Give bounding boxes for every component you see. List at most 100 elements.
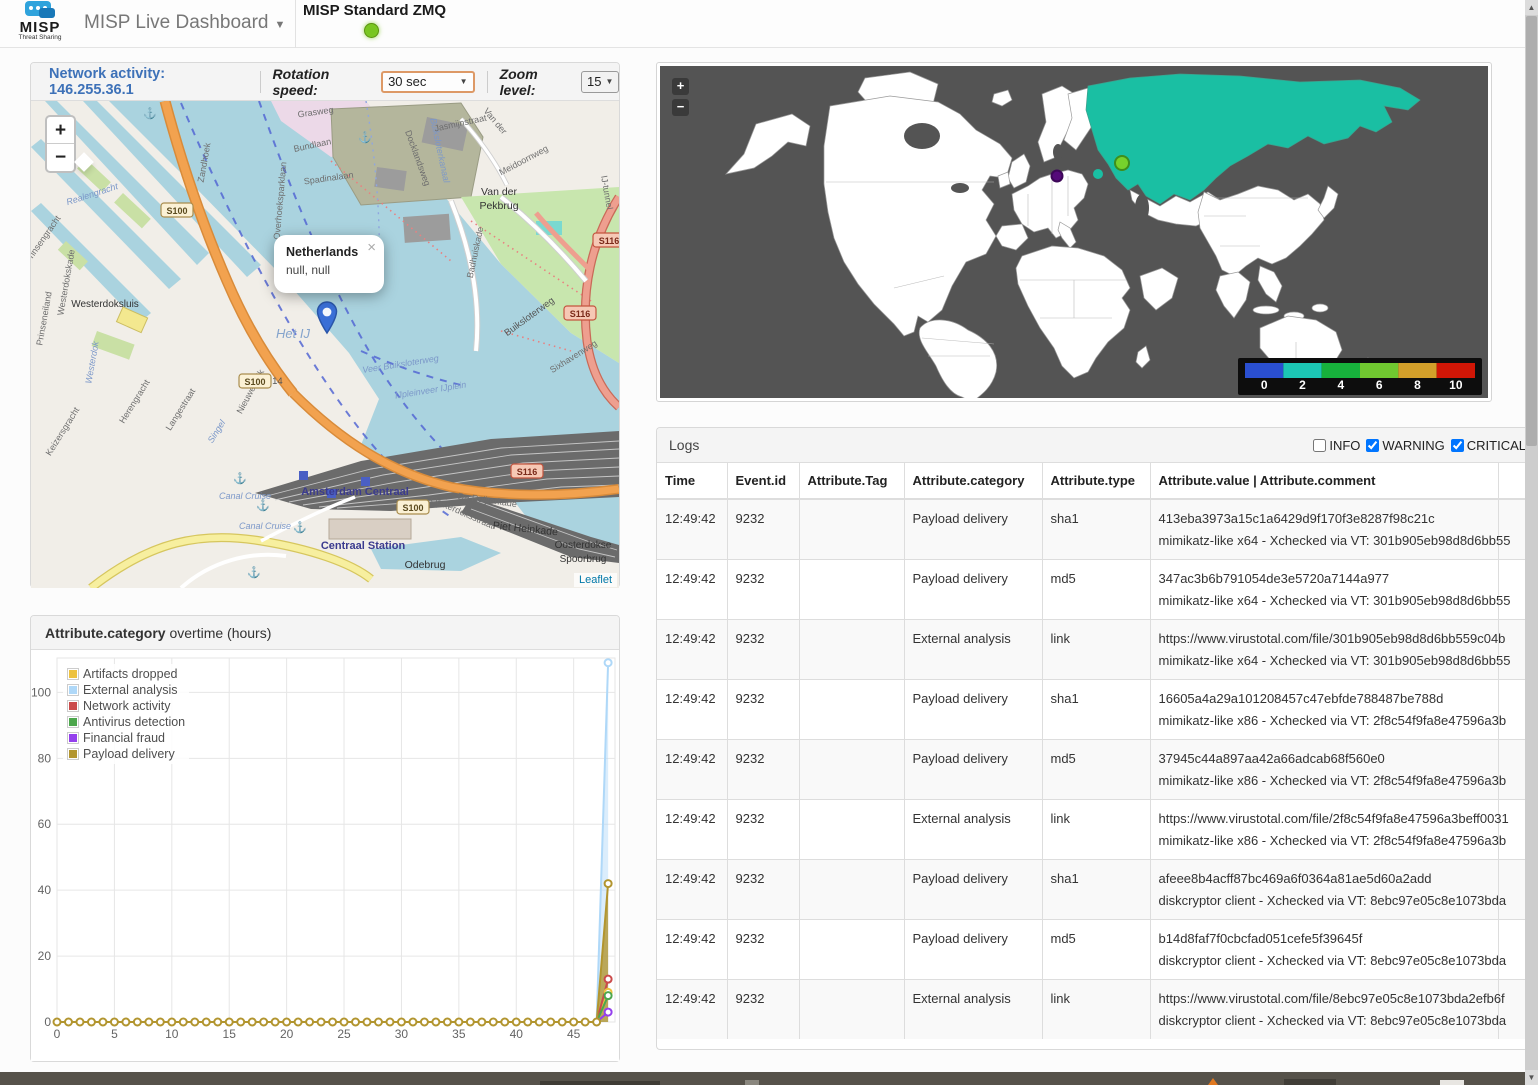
- map-zoom-in-button[interactable]: +: [47, 117, 74, 144]
- chart-point-antivirus-detection[interactable]: [605, 992, 612, 999]
- map-canvas[interactable]: ⚓⚓⚓⚓⚓⚓ GraswegBundlaanSpadinalaanOverhoe…: [31, 101, 619, 588]
- legend-swatch: [67, 684, 79, 696]
- svg-text:6: 6: [1376, 378, 1383, 392]
- svg-text:S100: S100: [166, 206, 187, 216]
- legend-item: Network activity: [67, 698, 185, 714]
- log-row[interactable]: 12:49:429232Payload deliverysha1413eba39…: [657, 499, 1538, 560]
- log-cell: 12:49:42: [657, 980, 727, 1040]
- world-map[interactable]: 0246810 + −: [660, 66, 1488, 398]
- purple-marker[interactable]: [1052, 171, 1063, 182]
- log-value-cell: 413eba3973a15c1a6429d9f170f3e8287f98c21c…: [1150, 499, 1498, 560]
- map-label: Centraal Station: [321, 540, 406, 552]
- page-scrollbar[interactable]: ▲ ▼: [1525, 0, 1538, 1085]
- legend-item: Payload delivery: [67, 746, 185, 762]
- log-row[interactable]: 12:49:429232Payload deliverymd5347ac3b6b…: [657, 560, 1538, 620]
- filter-critical-label: CRITICAL: [1467, 438, 1526, 453]
- log-cell: 12:49:42: [657, 680, 727, 740]
- rotation-speed-select[interactable]: 30 sec▼: [381, 71, 475, 93]
- popup-close-icon[interactable]: ×: [367, 239, 376, 256]
- log-cell: [799, 800, 904, 860]
- svg-text:15: 15: [223, 1027, 237, 1041]
- svg-text:10: 10: [1449, 378, 1463, 392]
- log-cell: 9232: [727, 800, 799, 860]
- route-badge-s116: S116: [511, 464, 543, 478]
- rotation-speed-value: 30 sec: [388, 74, 426, 89]
- filter-critical-checkbox[interactable]: [1451, 439, 1464, 452]
- chart-point-payload-delivery[interactable]: [605, 880, 612, 887]
- attribute-value: 347ac3b6b791054de3e5720a7144a977: [1159, 571, 1490, 586]
- attribute-value: afeee8b4acff87bc469a6f0364a81ae5d60a2add: [1159, 871, 1490, 886]
- filter-critical: CRITICAL: [1451, 438, 1526, 453]
- world-zoom-in-button[interactable]: +: [672, 78, 689, 95]
- log-cell: 9232: [727, 740, 799, 800]
- svg-text:40: 40: [510, 1027, 524, 1041]
- attribute-comment: mimikatz-like x86 - Xchecked via VT: 2f8…: [1159, 773, 1490, 788]
- log-row[interactable]: 12:49:429232Payload deliverysha116605a4a…: [657, 680, 1538, 740]
- chart-point-financial-fraud[interactable]: [605, 1009, 612, 1016]
- log-cell: 9232: [727, 620, 799, 680]
- scrollbar-thumb[interactable]: [1526, 16, 1537, 446]
- attribute-value: b14d8faf7f0cbcfad051cefe5f39645f: [1159, 931, 1490, 946]
- chart-title-bold: Attribute.category: [45, 625, 166, 641]
- svg-text:2: 2: [1299, 378, 1306, 392]
- log-row[interactable]: 12:49:429232External analysislinkhttps:/…: [657, 980, 1538, 1040]
- log-cell: 12:49:42: [657, 920, 727, 980]
- zoom-level-select[interactable]: 15▼: [581, 71, 619, 93]
- leaflet-attribution-link[interactable]: Leaflet: [574, 573, 617, 587]
- chart-point-network-activity[interactable]: [605, 976, 612, 983]
- svg-text:S116: S116: [517, 467, 538, 477]
- log-row[interactable]: 12:49:429232Payload deliverysha1afeee8b4…: [657, 860, 1538, 920]
- log-cell: 12:49:42: [657, 499, 727, 560]
- zmq-section: MISP Standard ZMQ: [295, 0, 446, 48]
- log-cell: Payload delivery: [904, 920, 1042, 980]
- filter-warning-label: WARNING: [1382, 438, 1444, 453]
- app-title-dropdown[interactable]: MISP Live Dashboard▼: [84, 12, 285, 34]
- misp-logo[interactable]: MISP Threat Sharing: [8, 1, 72, 47]
- scrollbar-down-arrow[interactable]: ▼: [1525, 1070, 1538, 1085]
- log-row[interactable]: 12:49:429232External analysislinkhttps:/…: [657, 620, 1538, 680]
- filter-warning-checkbox[interactable]: [1366, 439, 1379, 452]
- green-marker[interactable]: [1115, 156, 1129, 170]
- route-badge-s100: S100: [239, 374, 271, 388]
- log-cell: 9232: [727, 860, 799, 920]
- log-cell: link: [1042, 620, 1150, 680]
- brand-subtitle: Threat Sharing: [8, 34, 72, 41]
- leaflet-map[interactable]: ⚓⚓⚓⚓⚓⚓ GraswegBundlaanSpadinalaanOverhoe…: [31, 101, 619, 588]
- logs-header: Logs INFOWARNINGCRITICAL: [657, 428, 1538, 463]
- zoom-level-label: Zoom level:: [500, 66, 575, 98]
- anchor-icon: ⚓: [143, 107, 157, 120]
- network-activity-title[interactable]: Network activity: 146.255.36.1: [49, 66, 248, 98]
- attribute-comment: diskcryptor client - Xchecked via VT: 8e…: [1159, 953, 1490, 968]
- log-row[interactable]: 12:49:429232Payload deliverymd5b14d8faf7…: [657, 920, 1538, 980]
- attribute-value: 37945c44a897aa42a66adcab68f560e0: [1159, 751, 1490, 766]
- svg-text:5: 5: [111, 1027, 118, 1041]
- log-cell: 9232: [727, 980, 799, 1040]
- map-zoom-out-button[interactable]: −: [47, 144, 74, 171]
- scrollbar-up-arrow[interactable]: ▲: [1525, 0, 1538, 15]
- log-cell: 12:49:42: [657, 860, 727, 920]
- legend-swatch: [67, 716, 79, 728]
- log-cell: External analysis: [904, 620, 1042, 680]
- legend-swatch: [67, 700, 79, 712]
- logs-column-header: Time: [657, 463, 727, 499]
- map-label: Canal Cruise: [239, 521, 291, 531]
- attribute-comment: mimikatz-like x64 - Xchecked via VT: 301…: [1159, 593, 1490, 608]
- route-badge-s100: S100: [397, 500, 429, 514]
- map-popup: × Netherlands null, null: [274, 235, 384, 293]
- map-label: Spoorbrug: [560, 554, 607, 565]
- misp-bubbles-icon: [23, 1, 57, 21]
- log-cell: [799, 499, 904, 560]
- log-value-cell: https://www.virustotal.com/file/2f8c54f9…: [1150, 800, 1498, 860]
- world-zoom-out-button[interactable]: −: [672, 99, 689, 116]
- filter-info-checkbox[interactable]: [1313, 439, 1326, 452]
- attribute-comment: mimikatz-like x86 - Xchecked via VT: 2f8…: [1159, 713, 1490, 728]
- world-map-canvas[interactable]: 0246810: [660, 66, 1488, 398]
- log-row[interactable]: 12:49:429232External analysislinkhttps:/…: [657, 800, 1538, 860]
- log-cell: sha1: [1042, 860, 1150, 920]
- log-cell: [799, 980, 904, 1040]
- map-marker-pin[interactable]: [316, 301, 338, 335]
- chart-point-external-analysis[interactable]: [605, 659, 612, 666]
- log-row[interactable]: 12:49:429232Payload deliverymd537945c44a…: [657, 740, 1538, 800]
- legend-swatch: [67, 732, 79, 744]
- filter-info-label: INFO: [1329, 438, 1360, 453]
